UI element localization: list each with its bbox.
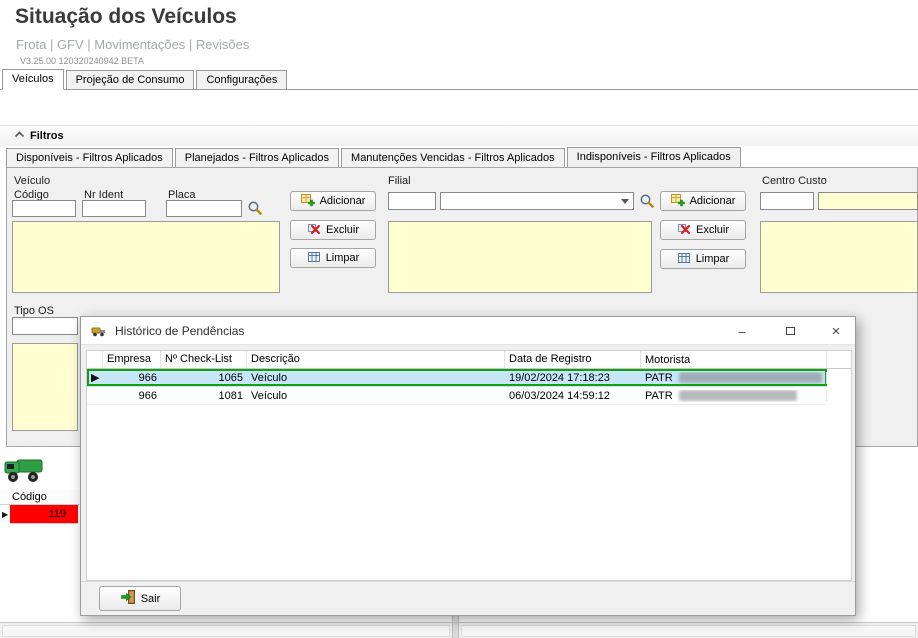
sair-button[interactable]: Sair [99,586,181,611]
minimize-icon[interactable]: – [731,321,753,341]
data-registro-cell: 19/02/2024 17:18:23 [505,372,641,384]
delete-icon [677,222,691,239]
veiculo-filter-list[interactable] [12,221,280,293]
veiculo-group-label: Veículo [14,175,50,187]
veiculo-limpar-button[interactable]: Limpar [290,248,376,268]
close-icon[interactable]: × [825,321,847,341]
vehicle-codigo-value: 119 [48,508,66,520]
motorista-column-header[interactable]: Motorista [641,351,827,368]
filial-group-label: Filial [388,175,411,187]
centro-custo-group-label: Centro Custo [762,175,827,187]
veiculo-excluir-button[interactable]: Excluir [290,220,376,240]
veiculo-codigo-input[interactable] [12,200,76,217]
filial-filter-list[interactable] [388,221,652,293]
tab-projecao-de-consumo[interactable]: Projeção de Consumo [66,70,195,89]
tab-indisponiveis-filtros[interactable]: Indisponíveis - Filtros Aplicados [567,147,741,168]
sair-label: Sair [141,593,161,605]
clear-grid-icon [307,250,321,267]
filial-combobox[interactable] [440,192,634,210]
grid-header-row: Empresa Nº Check-List Descrição Data de … [87,351,851,369]
codigo-column-header: Código [12,491,47,503]
row-selector-icon: ▶ [87,371,103,384]
filter-tab-bar: Disponíveis - Filtros Aplicados Planejad… [6,147,918,168]
descricao-cell: Veículo [247,390,505,402]
right-horizontal-scrollbar[interactable] [461,625,916,637]
pendencias-grid[interactable]: Empresa Nº Check-List Descrição Data de … [86,350,852,581]
check-list-cell: 1081 [161,390,247,402]
tab-veiculos[interactable]: Veículos [2,69,64,90]
truck-image [4,452,44,489]
indicator-column-header [87,351,103,368]
tab-disponiveis-filtros[interactable]: Disponíveis - Filtros Aplicados [6,148,173,167]
maximize-icon[interactable] [779,321,801,341]
veiculo-adicionar-label: Adicionar [320,195,366,207]
check-list-cell: 1065 [161,372,247,384]
filters-collapse-header[interactable]: Filtros [0,125,918,146]
row-selector-icon: ▶ [2,510,8,519]
veiculo-nr-ident-input[interactable] [82,200,146,217]
search-icon[interactable] [247,200,263,219]
clear-grid-icon [677,251,691,268]
tab-manutencoes-vencidas-filtros[interactable]: Manutenções Vencidas - Filtros Aplicados [341,148,565,167]
veiculo-placa-input[interactable] [166,200,242,217]
tipo-os-filter-list[interactable] [12,343,78,431]
motorista-cell: PATR [641,390,827,402]
scrollbar-divider [452,623,459,638]
filial-limpar-label: Limpar [696,253,730,265]
veiculo-adicionar-button[interactable]: Adicionar [290,191,376,211]
tipo-os-input[interactable] [12,317,78,335]
veiculo-limpar-label: Limpar [326,252,360,264]
exit-door-icon [120,589,136,608]
breadcrumb: Frota | GFV | Movimentações | Revisões [16,37,249,52]
centro-custo-descricao-field[interactable] [818,192,918,210]
filial-codigo-input[interactable] [388,192,436,210]
data-registro-column-header[interactable]: Data de Registro [505,351,641,368]
motorista-value: PATR [645,372,673,384]
search-icon[interactable] [639,193,655,212]
empresa-cell: 966 [103,390,161,402]
descricao-column-header[interactable]: Descrição [247,351,505,368]
vehicle-codigo-cell[interactable]: 119 [10,505,78,524]
filial-limpar-button[interactable]: Limpar [660,249,746,269]
page-title: Situação dos Veículos [15,5,237,29]
centro-custo-filter-list[interactable] [760,221,918,293]
tab-configuracoes[interactable]: Configurações [196,70,287,89]
header-filler [827,351,851,368]
dialog-title: Histórico de Pendências [115,324,244,338]
left-horizontal-scrollbar[interactable] [2,625,450,637]
chevron-up-icon[interactable] [14,130,25,142]
filial-excluir-button[interactable]: Excluir [660,220,746,240]
filial-excluir-label: Excluir [696,224,729,236]
bottom-scrollbar-area [0,622,918,638]
add-icon [301,193,315,210]
add-icon [671,193,685,210]
check-list-column-header[interactable]: Nº Check-List [161,351,247,368]
dialog-titlebar[interactable]: Histórico de Pendências – × [81,317,855,345]
version-label: V3.25.00 120320240942 BETA [20,56,144,66]
table-row[interactable]: ▶ 966 1065 Veículo 19/02/2024 17:18:23 P… [87,369,827,387]
motorista-cell: PATR [641,372,827,384]
tipo-os-group-label: Tipo OS [14,305,54,317]
main-tab-bar: Veículos Projeção de Consumo Configuraçõ… [0,69,918,90]
redaction-blur [679,372,822,383]
filial-adicionar-button[interactable]: Adicionar [660,191,746,211]
chevron-down-icon[interactable] [619,196,631,206]
app-window: Situação dos Veículos Frota | GFV | Movi… [0,0,918,638]
centro-custo-codigo-input[interactable] [760,192,814,210]
historico-pendencias-dialog: Histórico de Pendências – × Empresa Nº C… [80,316,856,616]
table-row[interactable]: 966 1081 Veículo 06/03/2024 14:59:12 PAT… [87,387,827,405]
descricao-cell: Veículo [247,372,505,384]
veiculo-excluir-label: Excluir [326,224,359,236]
dialog-footer [81,581,855,615]
empresa-cell: 966 [103,372,161,384]
empresa-column-header[interactable]: Empresa [103,351,161,368]
data-registro-cell: 06/03/2024 14:59:12 [505,390,641,402]
dialog-vehicle-icon [91,323,107,339]
motorista-value: PATR [645,390,673,402]
delete-icon [307,222,321,239]
filial-adicionar-label: Adicionar [690,195,736,207]
tab-planejados-filtros[interactable]: Planejados - Filtros Aplicados [175,148,339,167]
filters-title: Filtros [30,130,64,142]
redaction-blur [679,390,797,401]
